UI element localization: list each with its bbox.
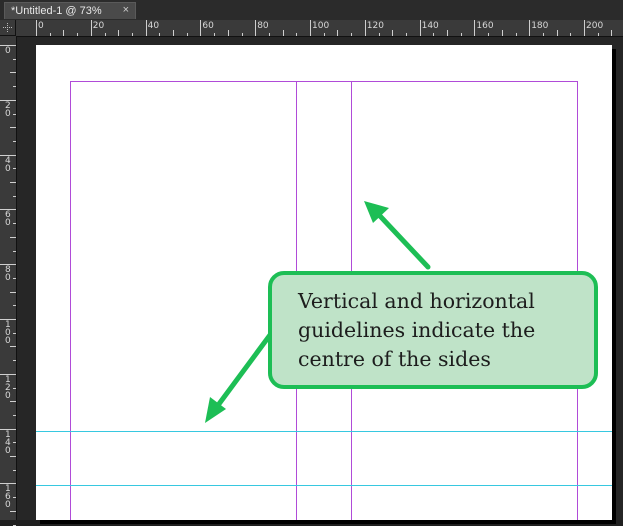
v-ruler-minor-tick	[13, 524, 16, 526]
arrow-up-right	[364, 201, 431, 270]
callout-line-3: centre of the sides	[298, 347, 491, 371]
callout-line-1: Vertical and horizontal	[298, 289, 535, 313]
annotation-arrows	[205, 201, 431, 423]
annotation-callout: Vertical and horizontal guidelines indic…	[268, 271, 598, 389]
callout-line-2: guidelines indicate the	[298, 318, 536, 342]
arrow-down-left	[205, 332, 273, 423]
